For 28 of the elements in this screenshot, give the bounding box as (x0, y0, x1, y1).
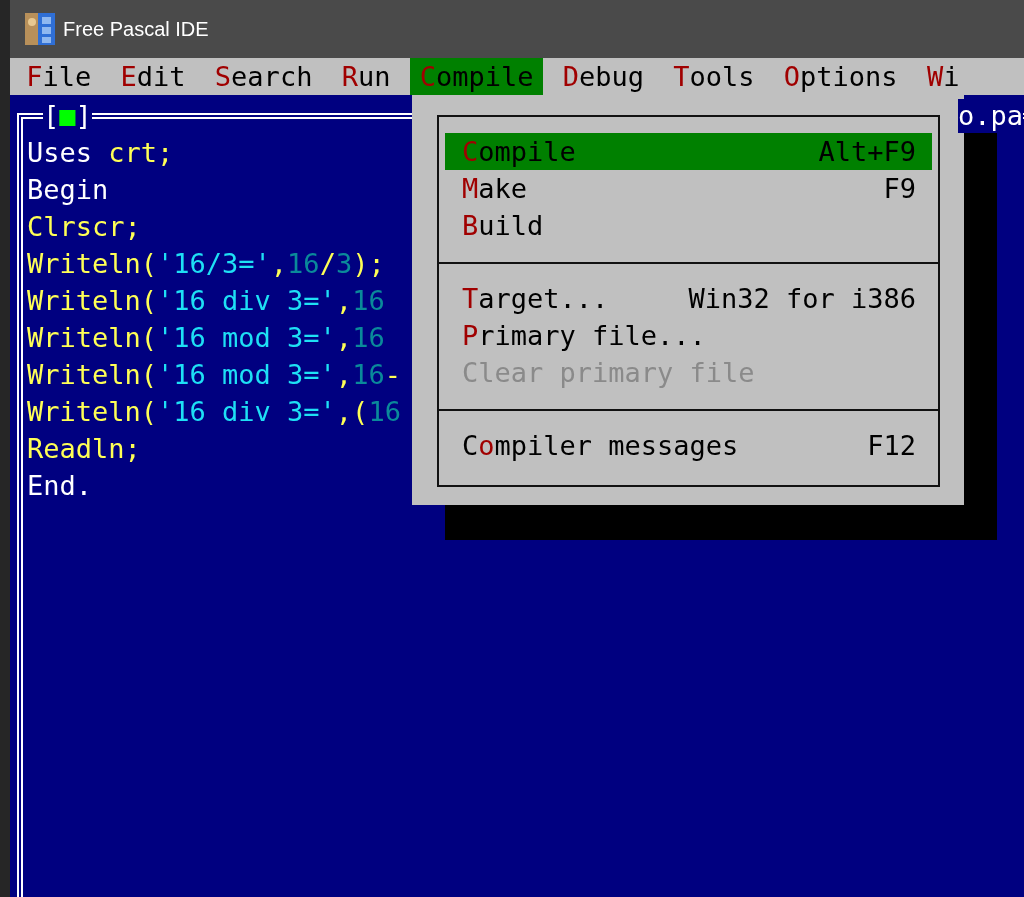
code-line: Writeln('16/3=',16/3); (27, 247, 385, 281)
code-line: Begin (27, 173, 109, 207)
app-icon (25, 13, 55, 45)
code-line: Writeln('16 mod 3=',16 (27, 321, 385, 355)
menu-option[interactable]: Target... Win32 for i386 (445, 280, 932, 317)
code-line: Writeln('16 div 3=',(16 (27, 395, 401, 429)
menu-item[interactable]: Debug (553, 58, 654, 95)
menu-option[interactable]: Build (445, 207, 932, 244)
menu-item[interactable]: Search (205, 58, 323, 95)
menu-item[interactable]: Tools (663, 58, 765, 95)
code-line: Uses crt; (27, 136, 174, 170)
code-line: Writeln('16 mod 3=',16- (27, 358, 401, 392)
code-line: Writeln('16 div 3=',16 (27, 284, 385, 318)
menu-option[interactable]: Compile Alt+F9 (445, 133, 932, 170)
menu-item[interactable]: Compile (409, 58, 544, 95)
menu-item[interactable]: Edit (110, 58, 196, 95)
menu-option[interactable]: Make F9 (445, 170, 932, 207)
menu-option[interactable]: Compiler messages F12 (445, 427, 932, 464)
code-line: Readln; (27, 432, 141, 466)
window-title: Free Pascal IDE (63, 17, 209, 41)
code-line: End. (27, 469, 93, 503)
menu-item[interactable]: File (16, 58, 102, 95)
menu-item[interactable]: Run (331, 58, 401, 95)
code-line: Clrscr; (27, 210, 141, 244)
menu-item[interactable]: Options (774, 58, 908, 95)
editor-title: o.pa (958, 99, 1024, 133)
menu-item[interactable]: Wi (917, 58, 970, 95)
menu-option[interactable]: P rimary file... (445, 317, 932, 354)
